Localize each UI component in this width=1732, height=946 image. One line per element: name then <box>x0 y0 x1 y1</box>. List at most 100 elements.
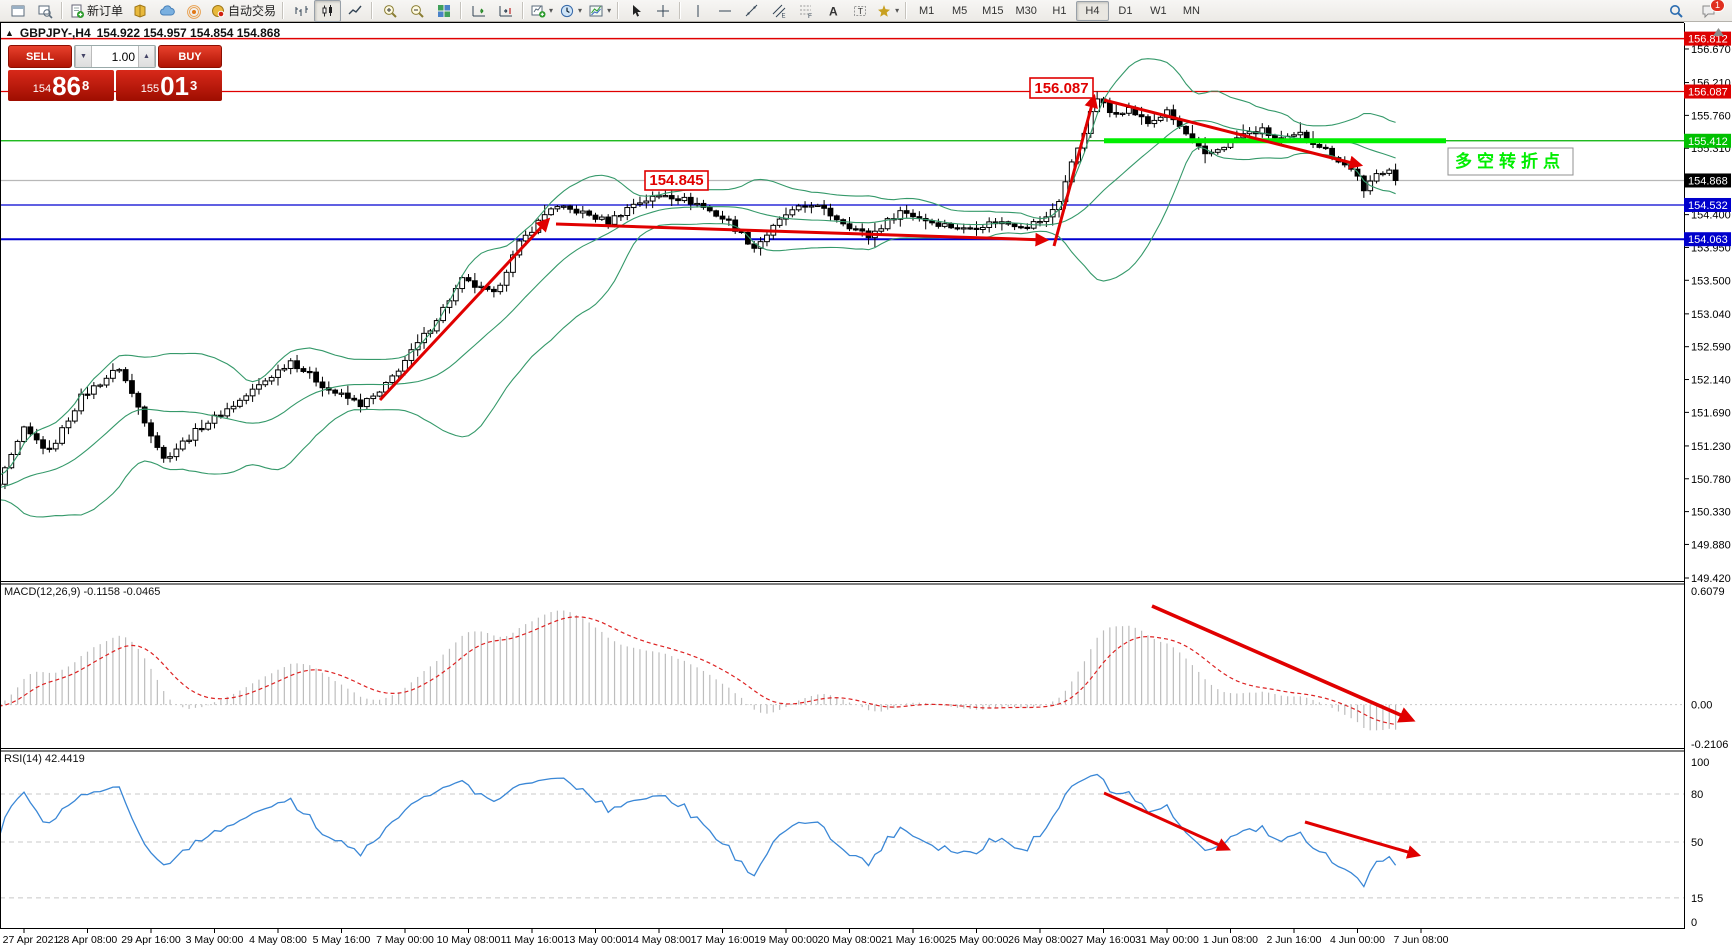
svg-text:F: F <box>808 13 812 19</box>
crosshair-button[interactable] <box>649 0 676 22</box>
shapes-icon <box>876 3 892 19</box>
trendline-button[interactable] <box>738 0 765 22</box>
toolbar-separator <box>282 2 284 19</box>
bar-chart-button[interactable] <box>287 0 314 22</box>
svg-text:T: T <box>857 5 862 15</box>
svg-text:10 May 08:00: 10 May 08:00 <box>437 934 501 946</box>
window-search-button[interactable] <box>31 0 58 22</box>
channel-button[interactable]: E <box>765 0 792 22</box>
svg-text:28 Apr 08:00: 28 Apr 08:00 <box>58 934 118 946</box>
sell-price-small: 154 <box>33 79 51 99</box>
dropdown-arrow-icon: ▾ <box>549 6 553 15</box>
timeframe-MN[interactable]: MN <box>1175 1 1208 21</box>
cloud-icon <box>159 3 175 19</box>
svg-text:11 May 16:00: 11 May 16:00 <box>501 934 564 946</box>
svg-text:1 Jun 08:00: 1 Jun 08:00 <box>1203 934 1258 946</box>
timeframe-W1[interactable]: W1 <box>1142 1 1175 21</box>
svg-text:154.868: 154.868 <box>1688 175 1728 187</box>
buy-price[interactable]: 155 01 3 <box>116 70 222 101</box>
chat-button[interactable]: 1 <box>1695 0 1722 22</box>
new-order-button[interactable]: 新订单 <box>66 0 126 22</box>
symbol-title: GBPJPY-,H4 <box>20 26 91 40</box>
zoom-out-button[interactable] <box>403 0 430 22</box>
svg-text:150.780: 150.780 <box>1691 474 1731 486</box>
timeframe-M5[interactable]: M5 <box>943 1 976 21</box>
svg-text:2 Jun 16:00: 2 Jun 16:00 <box>1267 934 1322 946</box>
template-icon <box>588 3 604 19</box>
svg-text:29 Apr 16:00: 29 Apr 16:00 <box>121 934 181 946</box>
sell-price[interactable]: 154 86 8 <box>8 70 114 101</box>
price-label-box[interactable]: 156.087 <box>1030 78 1093 98</box>
volume-input[interactable] <box>92 46 138 67</box>
timeframe-H4[interactable]: H4 <box>1076 1 1109 21</box>
auto-scroll-button[interactable] <box>465 0 492 22</box>
svg-text:E: E <box>781 13 785 19</box>
cursor-button[interactable] <box>622 0 649 22</box>
notification-badge: 1 <box>1710 0 1725 12</box>
buy-price-sup: 3 <box>190 70 197 102</box>
vline-button[interactable] <box>684 0 711 22</box>
timeframe-H1[interactable]: H1 <box>1043 1 1076 21</box>
sell-price-sup: 8 <box>82 70 89 102</box>
volume-up-icon[interactable]: ▲ <box>138 46 155 67</box>
svg-text:21 May 16:00: 21 May 16:00 <box>881 934 945 946</box>
svg-text:100: 100 <box>1691 757 1709 769</box>
candle-chart-button[interactable] <box>314 0 341 22</box>
svg-text:25 May 00:00: 25 May 00:00 <box>945 934 1009 946</box>
autotrading-button[interactable]: 自动交易 <box>207 0 279 22</box>
zoom-in-button[interactable] <box>376 0 403 22</box>
collapse-panel-icon[interactable]: ▲ <box>5 28 14 38</box>
buy-button[interactable]: BUY <box>158 45 222 68</box>
price-chart: 156.087154.845多空转折点156.670156.210155.760… <box>0 0 1732 946</box>
svg-text:4 Jun 00:00: 4 Jun 00:00 <box>1330 934 1385 946</box>
period-icon <box>559 3 575 19</box>
sell-button[interactable]: SELL <box>8 45 72 68</box>
annotation-box[interactable]: 多空转折点 <box>1448 148 1573 175</box>
history-center-button[interactable] <box>126 0 153 22</box>
svg-text:156.670: 156.670 <box>1691 44 1731 56</box>
svg-text:7 Jun 08:00: 7 Jun 08:00 <box>1394 934 1449 946</box>
mt4-window: 新订单自动交易▾▾▾EFAT▾M1M5M15M30H1H4D1W1MN1 156… <box>0 0 1732 946</box>
price-label-box[interactable]: 154.845 <box>645 171 708 190</box>
svg-text:149.420: 149.420 <box>1691 573 1731 585</box>
timeframe-M1[interactable]: M1 <box>910 1 943 21</box>
chart-shift-button[interactable] <box>492 0 519 22</box>
dropdown-arrow-icon: ▾ <box>607 6 611 15</box>
timeframe-D1[interactable]: D1 <box>1109 1 1142 21</box>
periods-button[interactable]: ▾ <box>556 0 585 22</box>
hline-icon <box>717 3 733 19</box>
timeframe-M15[interactable]: M15 <box>976 1 1009 21</box>
shapes-button[interactable]: ▾ <box>873 0 902 22</box>
macd-label: MACD(12,26,9) -0.1158 -0.0465 <box>4 586 160 598</box>
search-button[interactable] <box>1662 0 1689 22</box>
tile-windows-button[interactable] <box>430 0 457 22</box>
signals-button[interactable] <box>180 0 207 22</box>
windows-button[interactable] <box>4 0 31 22</box>
svg-text:154.063: 154.063 <box>1688 234 1728 246</box>
label-button[interactable]: T <box>846 0 873 22</box>
autotrade-icon <box>210 3 226 19</box>
svg-text:153.500: 153.500 <box>1691 275 1731 287</box>
timeframe-M30[interactable]: M30 <box>1010 1 1043 21</box>
dropdown-arrow-icon: ▾ <box>895 6 899 15</box>
indicators-button[interactable]: ▾ <box>527 0 556 22</box>
line-chart-icon <box>347 3 363 19</box>
ohlc-values: 154.922 154.957 154.854 154.868 <box>97 26 281 40</box>
svg-text:A: A <box>829 4 838 18</box>
templates-button[interactable]: ▾ <box>585 0 614 22</box>
fibonacci-button[interactable]: F <box>792 0 819 22</box>
svg-text:151.690: 151.690 <box>1691 407 1731 419</box>
toolbar-separator <box>617 2 619 19</box>
svg-text:80: 80 <box>1691 789 1703 801</box>
hline-button[interactable] <box>711 0 738 22</box>
button-label: 自动交易 <box>228 2 276 19</box>
svg-text:0.6079: 0.6079 <box>1691 586 1725 598</box>
svg-text:14 May 08:00: 14 May 08:00 <box>627 934 691 946</box>
text-button[interactable]: A <box>819 0 846 22</box>
volume-down-icon[interactable]: ▼ <box>75 46 92 67</box>
window-icon <box>10 3 26 19</box>
chart-symbol-header: ▲ GBPJPY-,H4 154.922 154.957 154.854 154… <box>5 26 280 40</box>
mql5-community-button[interactable] <box>153 0 180 22</box>
line-chart-button[interactable] <box>341 0 368 22</box>
svg-text:0: 0 <box>1691 917 1697 929</box>
